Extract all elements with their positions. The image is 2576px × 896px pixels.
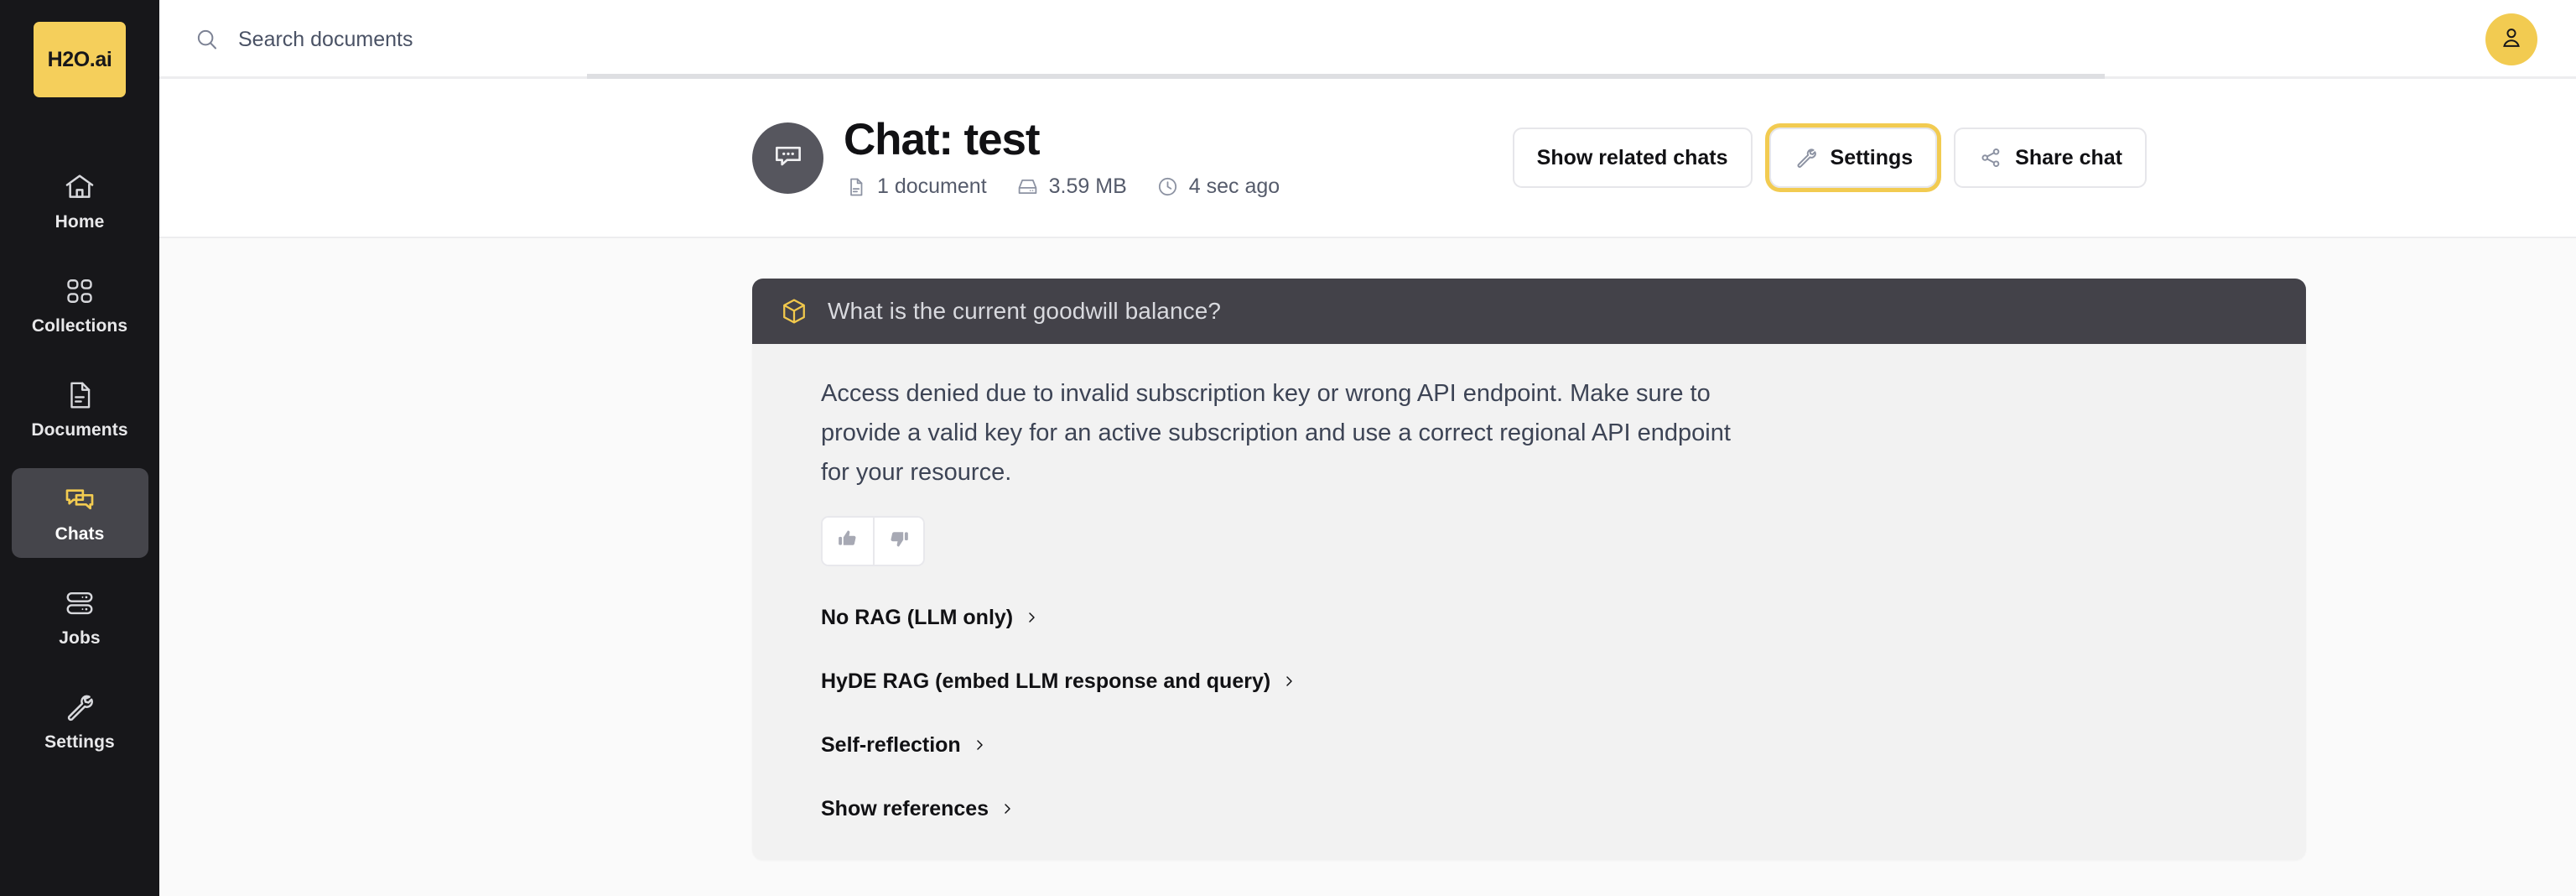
sidebar-item-settings[interactable]: Settings bbox=[12, 676, 148, 766]
settings-button[interactable]: Settings bbox=[1768, 128, 1938, 188]
show-related-chats-button[interactable]: Show related chats bbox=[1512, 128, 1753, 188]
rating-buttons bbox=[821, 515, 925, 566]
chat-avatar bbox=[752, 122, 823, 194]
search-icon bbox=[193, 25, 221, 54]
top-bar bbox=[159, 0, 2576, 79]
meta-document-count: 1 document bbox=[844, 175, 987, 199]
expander-label: No RAG (LLM only) bbox=[821, 605, 1014, 629]
thumbs-down-button[interactable] bbox=[873, 517, 923, 565]
sidebar-item-label: Jobs bbox=[59, 628, 101, 648]
user-avatar[interactable] bbox=[2485, 13, 2537, 65]
user-icon bbox=[2498, 24, 2525, 55]
meta-text: 3.59 MB bbox=[1048, 175, 1127, 199]
meta-timestamp: 4 sec ago bbox=[1156, 175, 1280, 199]
answer-text: Access denied due to invalid subscriptio… bbox=[821, 380, 1731, 486]
thumbs-up-button[interactable] bbox=[823, 517, 873, 565]
wrench-icon bbox=[1794, 145, 1819, 170]
meta-size: 3.59 MB bbox=[1015, 175, 1127, 199]
chat-meta: Chat: test 1 document 3.59 MB 4 sec ago bbox=[844, 117, 1280, 200]
sidebar-item-label: Settings bbox=[44, 732, 115, 752]
button-label: Share chat bbox=[2015, 145, 2122, 169]
logo-text: H2O.ai bbox=[47, 47, 112, 71]
chat-header-actions: Show related chats Settings Share chat bbox=[1512, 128, 2147, 188]
chat-bubble-icon bbox=[771, 138, 806, 178]
h2o-logo[interactable]: H2O.ai bbox=[34, 22, 126, 97]
chevron-right-icon bbox=[1023, 608, 1040, 627]
search-bar[interactable] bbox=[193, 25, 2485, 54]
message-card: What is the current goodwill balance? Ac… bbox=[752, 279, 2306, 860]
documents-icon bbox=[62, 378, 97, 413]
expander-label: HyDE RAG (embed LLM response and query) bbox=[821, 669, 1271, 693]
collections-icon bbox=[62, 273, 97, 309]
expander-hyde-rag[interactable]: HyDE RAG (embed LLM response and query) bbox=[821, 669, 2269, 694]
thumbs-down-icon bbox=[888, 528, 910, 554]
question-text: What is the current goodwill balance? bbox=[828, 298, 1222, 324]
chevron-right-icon bbox=[1280, 672, 1297, 690]
button-label: Settings bbox=[1830, 145, 1914, 169]
sidebar-item-label: Documents bbox=[31, 420, 128, 440]
sidebar-item-label: Collections bbox=[31, 316, 128, 336]
card-bottom-spacer bbox=[821, 821, 2269, 860]
cube-icon bbox=[779, 296, 809, 326]
sidebar-item-jobs[interactable]: Jobs bbox=[12, 572, 148, 662]
sidebar-item-collections[interactable]: Collections bbox=[12, 260, 148, 350]
sidebar: H2O.ai Home Collections Documents Chats … bbox=[0, 0, 159, 896]
chevron-right-icon bbox=[999, 800, 1015, 818]
sidebar-item-home[interactable]: Home bbox=[12, 156, 148, 246]
chevron-right-icon bbox=[971, 736, 988, 754]
button-label: Show related chats bbox=[1536, 145, 1728, 169]
share-chat-button[interactable]: Share chat bbox=[1954, 128, 2147, 188]
jobs-icon bbox=[62, 586, 97, 621]
expander-label: Show references bbox=[821, 796, 989, 820]
chat-body: What is the current goodwill balance? Ac… bbox=[159, 238, 2576, 896]
sidebar-item-chats[interactable]: Chats bbox=[11, 468, 148, 558]
sidebar-item-label: Home bbox=[55, 212, 105, 232]
main-area: Chat: test 1 document bbox=[159, 0, 2576, 896]
share-icon bbox=[1978, 145, 2003, 170]
clock-icon bbox=[1156, 175, 1180, 199]
storage-icon bbox=[1015, 175, 1040, 199]
chats-icon bbox=[62, 482, 97, 517]
chat-meta-row: 1 document 3.59 MB 4 sec ago bbox=[844, 175, 1280, 199]
sidebar-item-documents[interactable]: Documents bbox=[12, 364, 148, 454]
thumbs-up-icon bbox=[837, 528, 859, 554]
document-icon bbox=[844, 175, 868, 199]
app-root: H2O.ai Home Collections Documents Chats … bbox=[0, 0, 2576, 896]
expander-no-rag[interactable]: No RAG (LLM only) bbox=[821, 606, 2269, 630]
page-title: Chat: test bbox=[844, 114, 1041, 164]
chat-header: Chat: test 1 document 3.59 MB 4 sec ago … bbox=[159, 79, 2576, 238]
settings-icon bbox=[62, 690, 97, 725]
expander-show-references[interactable]: Show references bbox=[821, 797, 2269, 821]
meta-text: 4 sec ago bbox=[1188, 175, 1280, 199]
sidebar-item-label: Chats bbox=[55, 524, 105, 544]
expander-label: Self-reflection bbox=[821, 732, 961, 757]
search-input[interactable] bbox=[238, 27, 741, 52]
home-icon bbox=[62, 169, 97, 205]
answer-body: Access denied due to invalid subscriptio… bbox=[752, 344, 2306, 860]
question-bar: What is the current goodwill balance? bbox=[752, 279, 2306, 344]
expander-self-reflection[interactable]: Self-reflection bbox=[821, 733, 2269, 758]
meta-text: 1 document bbox=[877, 175, 987, 199]
